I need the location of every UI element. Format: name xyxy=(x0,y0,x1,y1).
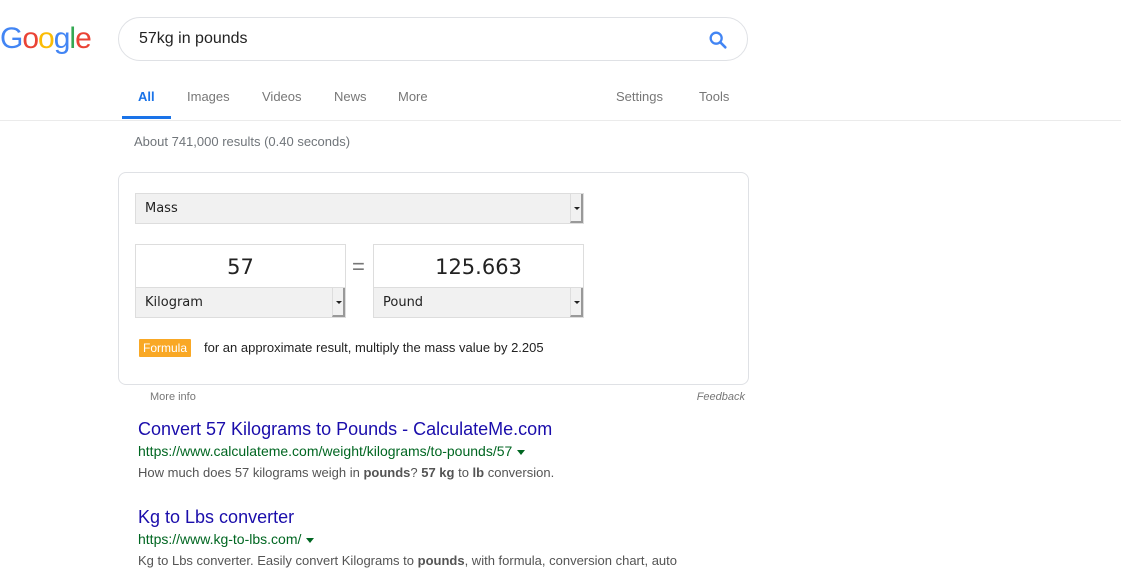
result-url-text: https://www.kg-to-lbs.com/ xyxy=(138,531,302,547)
snippet-text: How much does 57 kilograms weigh in xyxy=(138,465,364,480)
logo-letter: o xyxy=(22,22,39,55)
tab-all[interactable]: All xyxy=(138,89,155,104)
result-snippet: Kg to Lbs converter. Easily convert Kilo… xyxy=(138,551,738,570)
result-title-link[interactable]: Kg to Lbs converter xyxy=(138,506,738,528)
category-select-value: Mass xyxy=(145,201,178,216)
search-result: Convert 57 Kilograms to Pounds - Calcula… xyxy=(138,418,738,482)
search-result: Kg to Lbs converter https://www.kg-to-lb… xyxy=(138,506,738,570)
chevron-down-icon[interactable] xyxy=(570,288,583,317)
from-unit-select-value: Kilogram xyxy=(145,295,203,310)
tab-news[interactable]: News xyxy=(334,89,367,104)
result-url: https://www.calculateme.com/weight/kilog… xyxy=(138,441,738,461)
caret-down-icon[interactable] xyxy=(517,449,526,455)
search-box xyxy=(118,17,748,61)
tab-settings[interactable]: Settings xyxy=(616,89,663,104)
snippet-bold: pounds xyxy=(417,553,465,568)
logo-letter: g xyxy=(53,22,71,55)
caret-down-icon[interactable] xyxy=(306,537,315,543)
snippet-text: , with formula, conversion chart, auto xyxy=(464,553,678,568)
from-unit-select[interactable]: Kilogram xyxy=(135,287,346,318)
result-title-link[interactable]: Convert 57 Kilograms to Pounds - Calcula… xyxy=(138,418,738,440)
logo-letter: e xyxy=(75,22,92,55)
chevron-down-icon[interactable] xyxy=(570,194,583,223)
tab-more[interactable]: More xyxy=(398,89,428,104)
category-select[interactable]: Mass xyxy=(135,193,584,224)
search-input[interactable] xyxy=(139,18,679,60)
snippet-text: Kg to Lbs converter. Easily convert Kilo… xyxy=(138,553,418,568)
logo-letter: G xyxy=(0,22,23,55)
tab-images[interactable]: Images xyxy=(187,89,230,104)
snippet-text: to xyxy=(454,465,473,480)
result-stats: About 741,000 results (0.40 seconds) xyxy=(134,134,351,149)
unit-converter-card: Mass Kilogram = Pound Formula for an app… xyxy=(118,172,749,385)
snippet-bold: 57 kg xyxy=(421,465,455,480)
tab-videos[interactable]: Videos xyxy=(262,89,302,104)
snippet-bold: lb xyxy=(472,465,485,480)
chevron-down-icon[interactable] xyxy=(332,288,345,317)
formula-text: for an approximate result, multiply the … xyxy=(204,340,544,355)
google-logo[interactable]: Google xyxy=(0,22,92,56)
to-unit-box: Pound xyxy=(373,244,584,318)
snippet-text: conversion. xyxy=(484,465,555,480)
equals-sign: = xyxy=(352,254,365,279)
logo-letter: o xyxy=(38,22,55,55)
snippet-bold: pounds xyxy=(363,465,411,480)
more-info-link[interactable]: More info xyxy=(150,391,196,403)
from-value-input[interactable] xyxy=(136,245,345,288)
to-value-input[interactable] xyxy=(374,245,583,288)
active-tab-indicator xyxy=(122,116,171,119)
snippet-text: ? xyxy=(410,465,422,480)
to-unit-select-value: Pound xyxy=(383,295,424,310)
result-url-text: https://www.calculateme.com/weight/kilog… xyxy=(138,443,513,459)
formula-badge: Formula xyxy=(139,339,192,357)
result-url: https://www.kg-to-lbs.com/ xyxy=(138,529,738,549)
result-snippet: How much does 57 kilograms weigh in poun… xyxy=(138,463,738,482)
from-unit-box: Kilogram xyxy=(135,244,346,318)
tab-tools[interactable]: Tools xyxy=(699,89,729,104)
to-unit-select[interactable]: Pound xyxy=(373,287,584,318)
search-icon[interactable] xyxy=(707,29,729,51)
search-tabs: All Images Videos News More Settings Too… xyxy=(0,78,1121,121)
feedback-link[interactable]: Feedback xyxy=(697,391,745,403)
